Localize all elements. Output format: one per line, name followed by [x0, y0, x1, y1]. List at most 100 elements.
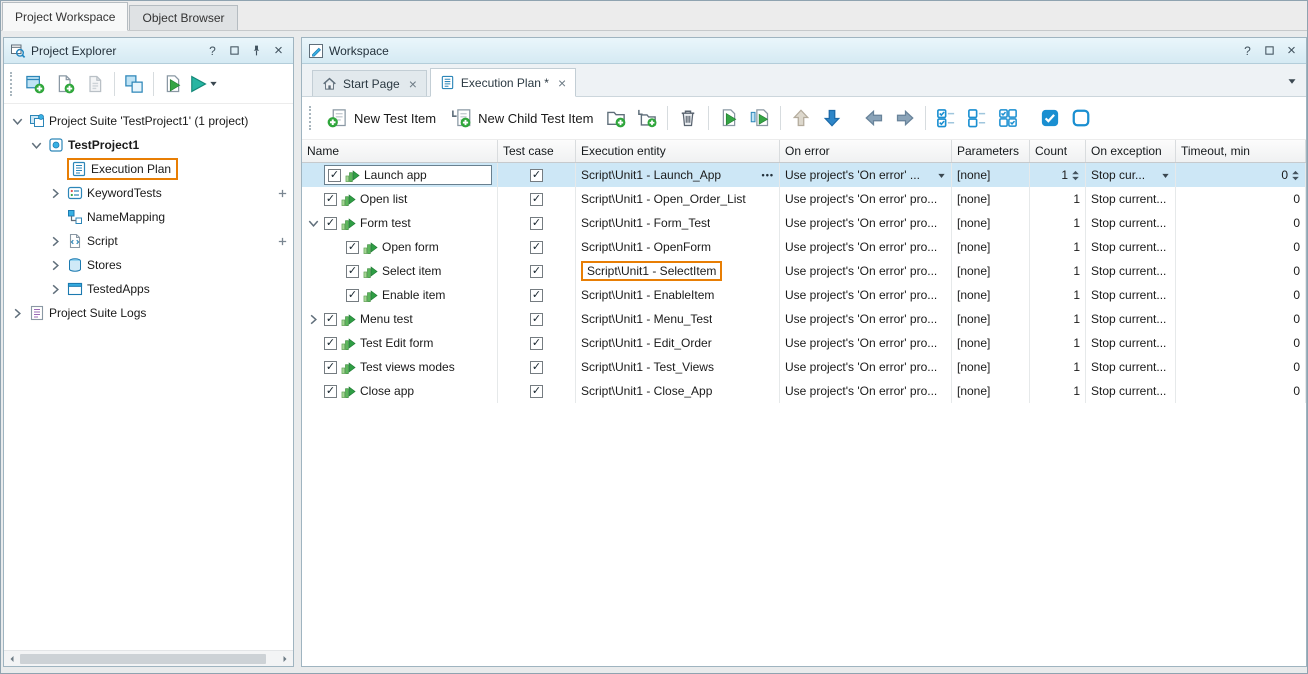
enable-selected-button[interactable]: [1035, 104, 1065, 132]
test-case-checkbox[interactable]: [530, 217, 543, 230]
execution-entity-cell[interactable]: Script\Unit1 - Launch_App•••: [576, 163, 780, 187]
on-exception-cell[interactable]: Stop current...: [1086, 187, 1176, 211]
timeout-cell[interactable]: 0: [1176, 235, 1306, 259]
parameters-cell[interactable]: [none]: [952, 187, 1030, 211]
close-tab-icon[interactable]: ×: [558, 76, 566, 90]
row-enabled-checkbox[interactable]: [324, 313, 337, 326]
chevron-right-icon[interactable]: [48, 234, 63, 249]
column-header-on_error[interactable]: On error: [780, 140, 952, 162]
parameters-cell[interactable]: [none]: [952, 331, 1030, 355]
execution-entity-cell[interactable]: Script\Unit1 - Close_App: [576, 379, 780, 403]
tree-item-project-suite-logs[interactable]: Project Suite Logs: [4, 301, 293, 325]
test-case-checkbox[interactable]: [530, 265, 543, 278]
tree-item-project-testproject1[interactable]: TestProject1: [4, 133, 293, 157]
run-test-button[interactable]: [188, 70, 218, 98]
on-exception-cell[interactable]: Stop current...: [1086, 307, 1176, 331]
plan-row-test-edit-form[interactable]: Test Edit formScript\Unit1 - Edit_OrderU…: [302, 331, 1306, 355]
ellipsis-button[interactable]: •••: [758, 170, 774, 180]
timeout-cell[interactable]: 0: [1176, 379, 1306, 403]
row-enabled-checkbox[interactable]: [328, 169, 341, 182]
parameters-cell[interactable]: [none]: [952, 211, 1030, 235]
test-case-cell[interactable]: [498, 355, 576, 379]
help-button[interactable]: ?: [1239, 42, 1256, 59]
on-error-cell[interactable]: Use project's 'On error' pro...: [780, 283, 952, 307]
delete-button[interactable]: [673, 104, 703, 132]
on-error-cell[interactable]: Use project's 'On error' pro...: [780, 235, 952, 259]
new-child-group-button[interactable]: [632, 104, 662, 132]
chevron-down-icon[interactable]: [1161, 171, 1170, 180]
row-enabled-checkbox[interactable]: [324, 337, 337, 350]
new-group-button[interactable]: [601, 104, 631, 132]
name-cell[interactable]: Form test: [302, 211, 498, 235]
name-cell[interactable]: Close app: [302, 379, 498, 403]
execution-entity-cell[interactable]: Script\Unit1 - OpenForm: [576, 235, 780, 259]
chevron-right-icon[interactable]: [306, 312, 321, 327]
disable-selected-button[interactable]: [1066, 104, 1096, 132]
test-case-cell[interactable]: [498, 283, 576, 307]
row-enabled-checkbox[interactable]: [324, 361, 337, 374]
test-case-checkbox[interactable]: [530, 241, 543, 254]
column-header-count[interactable]: Count: [1030, 140, 1086, 162]
scroll-right-icon[interactable]: [279, 653, 291, 665]
tree-item-name-mapping[interactable]: NameMapping: [4, 205, 293, 229]
tab-object-browser[interactable]: Object Browser: [129, 5, 237, 30]
test-case-checkbox[interactable]: [530, 337, 543, 350]
chevron-right-icon[interactable]: [48, 186, 63, 201]
run-project-button[interactable]: [158, 70, 188, 98]
count-cell[interactable]: 1: [1030, 211, 1086, 235]
toolbar-grip[interactable]: [10, 72, 16, 96]
plan-row-test-views-modes[interactable]: Test views modesScript\Unit1 - Test_View…: [302, 355, 1306, 379]
count-cell[interactable]: 1: [1030, 163, 1086, 187]
move-left-button[interactable]: [859, 104, 889, 132]
plan-row-launch-app[interactable]: Launch appScript\Unit1 - Launch_App•••Us…: [302, 163, 1306, 187]
on-error-cell[interactable]: Use project's 'On error' pro...: [780, 355, 952, 379]
plan-row-close-app[interactable]: Close app Script\Unit1 - Close_AppUse pro…: [302, 379, 1306, 403]
name-cell[interactable]: Open form: [302, 235, 498, 259]
count-cell[interactable]: 1: [1030, 355, 1086, 379]
scroll-left-icon[interactable]: [6, 653, 18, 665]
test-case-checkbox[interactable]: [530, 289, 543, 302]
row-enabled-checkbox[interactable]: [324, 193, 337, 206]
chevron-right-icon[interactable]: [10, 306, 25, 321]
timeout-cell[interactable]: 0: [1176, 259, 1306, 283]
test-case-checkbox[interactable]: [530, 385, 543, 398]
plan-row-open-list[interactable]: Open listScript\Unit1 - Open_Order_ListU…: [302, 187, 1306, 211]
timeout-cell[interactable]: 0: [1176, 163, 1306, 187]
column-header-name[interactable]: Name: [302, 140, 498, 162]
column-header-timeout[interactable]: Timeout, min: [1176, 140, 1306, 162]
chevron-right-icon[interactable]: [48, 282, 63, 297]
chevron-down-icon[interactable]: [937, 171, 946, 180]
close-tab-icon[interactable]: ×: [409, 77, 417, 91]
execution-entity-cell[interactable]: Script\Unit1 - Edit_Order: [576, 331, 780, 355]
chevron-down-icon[interactable]: [29, 138, 44, 153]
tab-project-workspace[interactable]: Project Workspace: [2, 2, 128, 31]
execution-entity-cell[interactable]: Script\Unit1 - Form_Test: [576, 211, 780, 235]
on-exception-cell[interactable]: Stop current...: [1086, 331, 1176, 355]
parameters-cell[interactable]: [none]: [952, 163, 1030, 187]
on-error-cell[interactable]: Use project's 'On error' pro...: [780, 379, 952, 403]
test-case-cell[interactable]: [498, 331, 576, 355]
new-child-test-item-button[interactable]: New Child Test Item: [444, 104, 600, 132]
tree-item-project-suite[interactable]: Project Suite 'TestProject1' (1 project): [4, 109, 293, 133]
on-error-cell[interactable]: Use project's 'On error' pro...: [780, 331, 952, 355]
row-enabled-checkbox[interactable]: [346, 241, 359, 254]
name-cell[interactable]: Open list: [302, 187, 498, 211]
test-case-cell[interactable]: [498, 259, 576, 283]
test-case-cell[interactable]: [498, 187, 576, 211]
toolbar-grip[interactable]: [309, 106, 315, 130]
execution-entity-cell[interactable]: Script\Unit1 - Menu_Test: [576, 307, 780, 331]
test-case-cell[interactable]: [498, 211, 576, 235]
on-exception-cell[interactable]: Stop current...: [1086, 355, 1176, 379]
name-cell[interactable]: Select item: [302, 259, 498, 283]
timeout-cell[interactable]: 0: [1176, 355, 1306, 379]
chevron-down-icon[interactable]: [306, 216, 321, 231]
close-button[interactable]: ×: [270, 42, 287, 59]
timeout-cell[interactable]: 0: [1176, 331, 1306, 355]
plan-row-form-test[interactable]: Form testScript\Unit1 - Form_TestUse pro…: [302, 211, 1306, 235]
timeout-cell[interactable]: 0: [1176, 283, 1306, 307]
on-error-cell[interactable]: Use project's 'On error' ...: [780, 163, 952, 187]
on-error-cell[interactable]: Use project's 'On error' pro...: [780, 187, 952, 211]
on-exception-cell[interactable]: Stop current...: [1086, 379, 1176, 403]
tab-start-page[interactable]: Start Page ×: [312, 70, 427, 96]
horizontal-scrollbar[interactable]: [4, 650, 293, 666]
